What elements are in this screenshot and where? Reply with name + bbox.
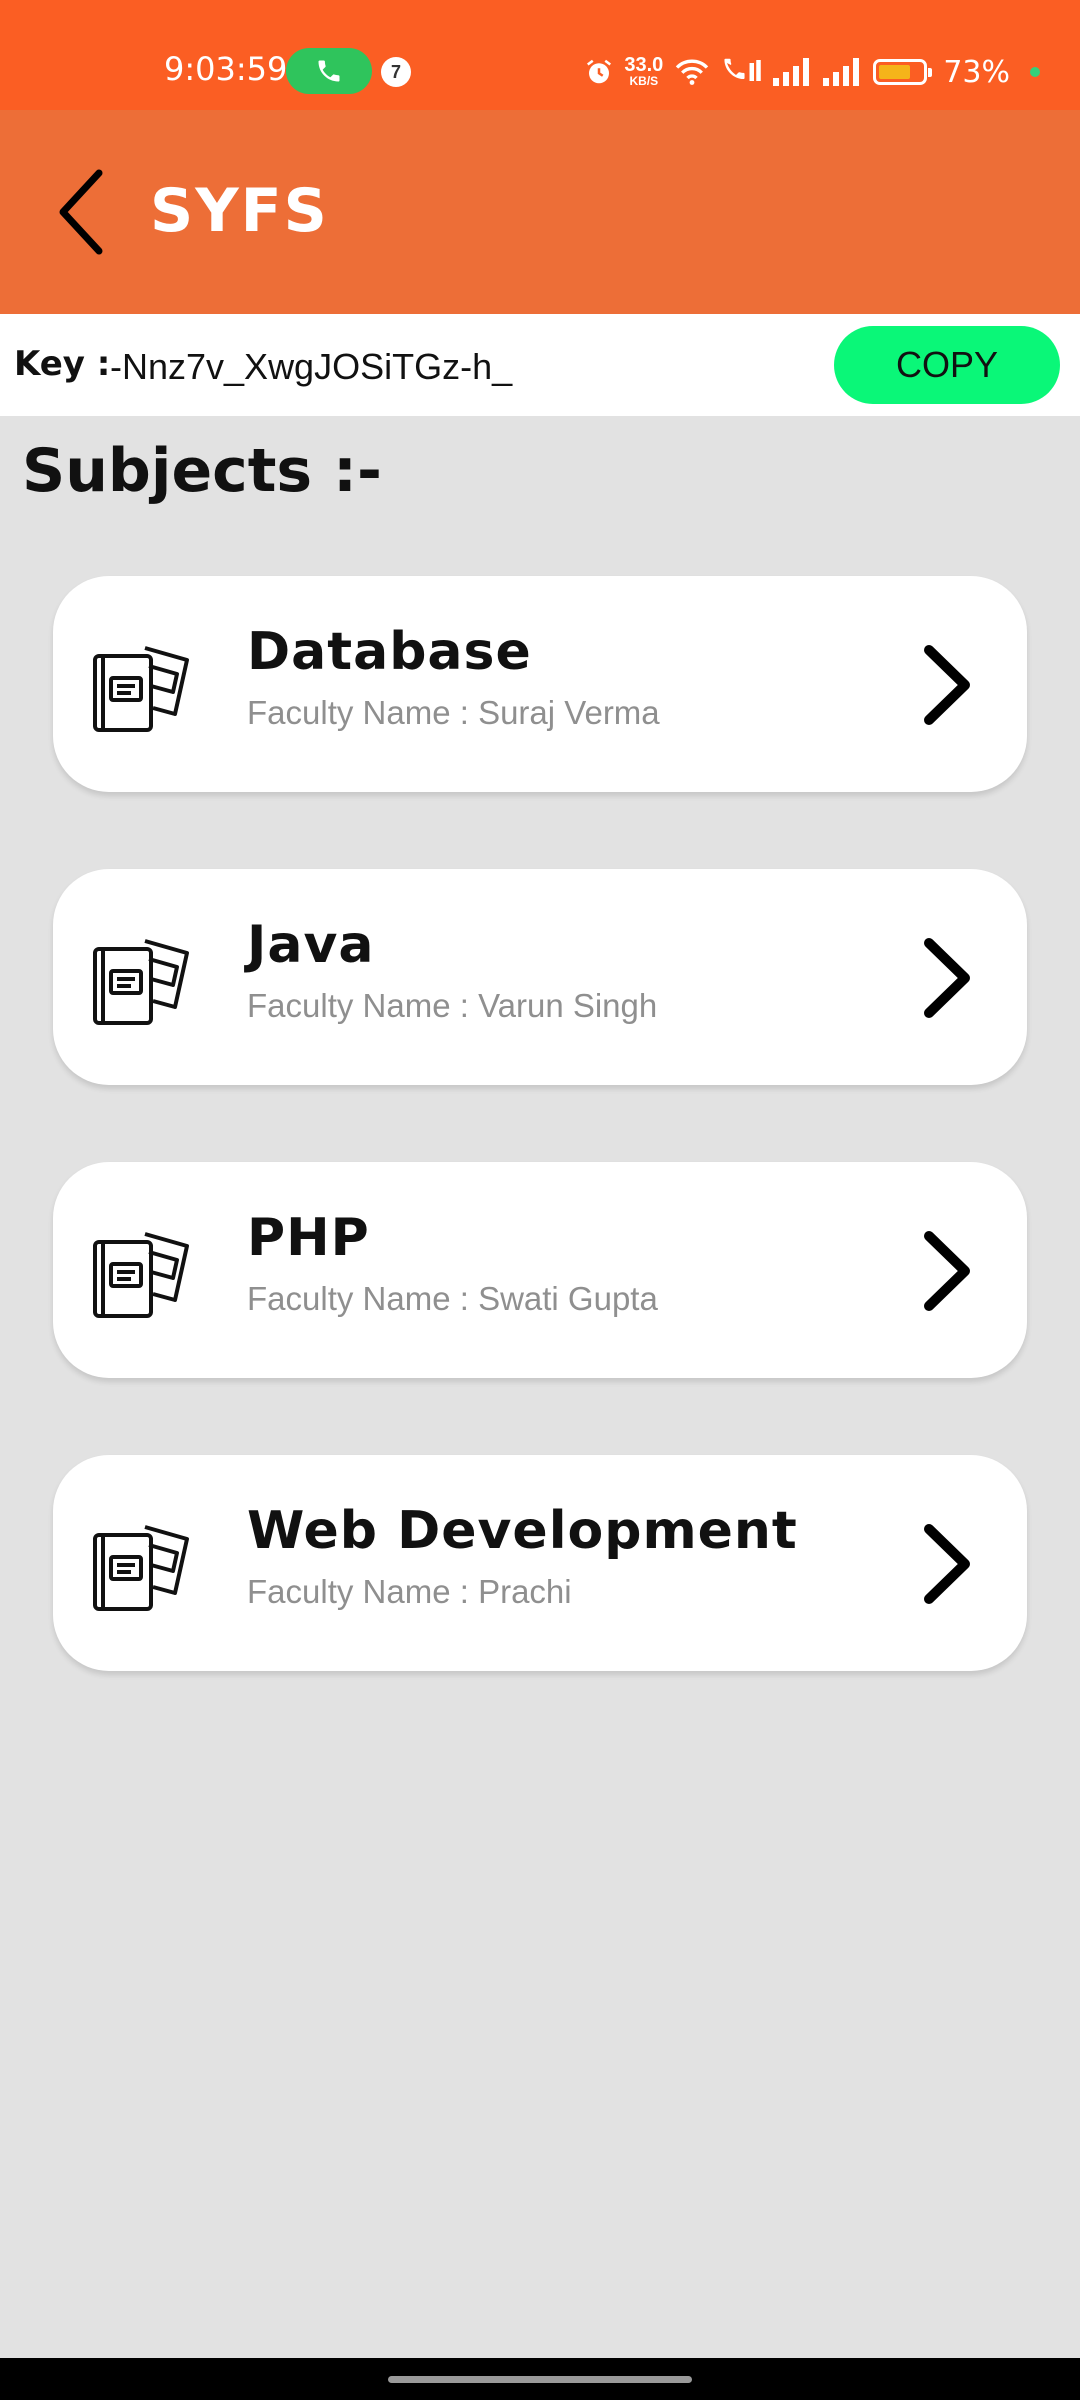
chevron-right-icon	[924, 1524, 970, 1604]
copy-button[interactable]: COPY	[834, 326, 1060, 404]
status-time: 9:03:59	[164, 50, 288, 88]
subject-card-java[interactable]: Java Faculty Name : Varun Singh	[53, 869, 1027, 1085]
chevron-right-icon	[924, 645, 970, 725]
network-speed-unit: KB/S	[629, 74, 659, 88]
network-speed-value: 33.0	[624, 54, 664, 76]
wifi-calling-icon	[724, 58, 762, 81]
books-icon	[93, 1232, 189, 1318]
network-speed: 33.0 KB/S	[624, 54, 664, 88]
subject-card-web-development[interactable]: Web Development Faculty Name : Prachi	[53, 1455, 1027, 1671]
notification-count-badge: 7	[381, 57, 411, 87]
subject-card-php[interactable]: PHP Faculty Name : Swati Gupta	[53, 1162, 1027, 1378]
faculty-name: Faculty Name : Swati Gupta	[247, 1280, 658, 1317]
app-bar: SYFS	[0, 110, 1080, 314]
subject-name: PHP	[247, 1208, 370, 1268]
key-label: Key :	[14, 344, 111, 384]
subject-name: Web Development	[247, 1501, 798, 1561]
status-icons: 33.0 KB/S 73%	[584, 52, 1040, 92]
faculty-name: Faculty Name : Suraj Verma	[247, 694, 660, 731]
chevron-right-icon	[924, 1231, 970, 1311]
subjects-heading: Subjects :-	[22, 436, 382, 506]
wifi-icon	[676, 59, 709, 85]
faculty-name: Faculty Name : Varun Singh	[247, 987, 658, 1024]
ongoing-call-indicator[interactable]	[286, 48, 372, 94]
privacy-indicator-dot	[1030, 67, 1040, 77]
battery-percent: 73%	[943, 54, 1010, 90]
books-icon	[93, 939, 189, 1025]
books-icon	[93, 1525, 189, 1611]
subject-name: Java	[247, 915, 375, 975]
subject-name: Database	[247, 622, 532, 682]
books-icon	[93, 646, 189, 732]
signal-icon	[773, 58, 810, 86]
chevron-right-icon	[924, 938, 970, 1018]
key-value: -Nnz7v_XwgJOSiTGz-h_	[110, 346, 513, 387]
phone-icon	[318, 60, 340, 82]
subject-card-database[interactable]: Database Faculty Name : Suraj Verma	[53, 576, 1027, 792]
back-button[interactable]	[40, 162, 120, 262]
app-title: SYFS	[150, 176, 329, 246]
back-arrow-icon	[59, 169, 103, 255]
battery-level-fill	[879, 65, 910, 79]
alarm-icon	[587, 59, 612, 84]
key-row: Key : -Nnz7v_XwgJOSiTGz-h_ COPY	[0, 314, 1080, 416]
signal-icon-2	[823, 58, 860, 86]
battery-icon	[873, 59, 933, 85]
system-nav-bar	[0, 2358, 1080, 2400]
faculty-name: Faculty Name : Prachi	[247, 1573, 572, 1610]
status-bar: 9:03:59 7 33.0 KB/S 73%	[0, 0, 1080, 110]
home-gesture-handle[interactable]	[388, 2376, 692, 2383]
